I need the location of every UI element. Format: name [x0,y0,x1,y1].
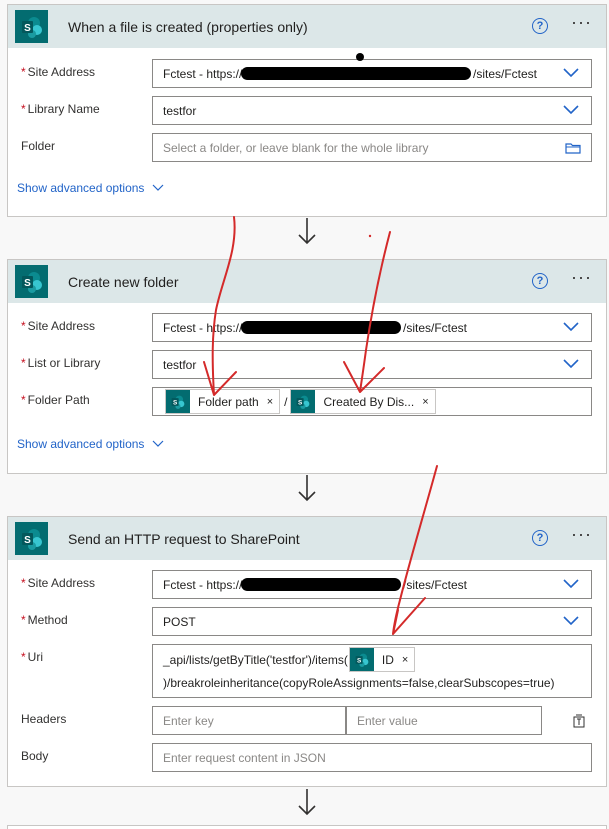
redaction-mark [241,578,401,591]
site-address-dropdown[interactable]: Fctest - https:// /sites/Fctest [152,570,592,599]
more-options-icon[interactable]: ··· [571,268,592,286]
close-icon[interactable]: × [267,396,273,408]
site-address-label: * Site Address [21,65,96,79]
card-title: When a file is created (properties only) [68,18,308,35]
more-options-icon[interactable]: ··· [571,525,592,543]
library-name-label: * Library Name [21,102,100,116]
uri-label: * Uri [21,650,43,664]
chevron-down-icon[interactable] [563,616,579,626]
trigger-card: When a file is created (properties only)… [7,4,607,217]
create-folder-card: Create new folder ? ··· * Site Address Fc… [7,259,607,474]
chevron-down-icon [152,184,164,192]
header-value-input[interactable]: Enter value [346,706,542,735]
chevron-down-icon[interactable] [563,579,579,589]
chevron-down-icon[interactable] [563,105,579,115]
chevron-down-icon[interactable] [563,322,579,332]
uri-text-line2: )/breakroleinheritance(copyRoleAssignmen… [163,676,555,690]
method-dropdown[interactable]: POST [152,607,592,636]
sharepoint-icon [349,648,374,671]
site-address-label: * Site Address [21,576,96,590]
sharepoint-icon [166,390,190,413]
sharepoint-icon [15,265,48,298]
headers-label: Headers [21,712,67,726]
folder-picker[interactable]: Select a folder, or leave blank for the … [152,133,592,162]
folder-icon[interactable] [565,142,581,154]
close-icon[interactable]: × [422,396,428,408]
card-header[interactable]: When a file is created (properties only)… [8,5,606,48]
list-or-library-label: * List or Library [21,356,101,370]
uri-input[interactable]: _api/lists/getByTitle('testfor')/items( … [152,644,592,698]
arrow-down-icon [296,474,318,502]
sharepoint-icon [15,522,48,555]
redaction-mark [241,67,471,80]
library-name-dropdown[interactable]: testfor [152,96,592,125]
show-advanced-options[interactable]: Show advanced options [17,181,164,195]
arrow-down-icon [296,217,318,245]
annotation-dot [368,234,372,238]
folder-path-label: * Folder Path [21,393,90,407]
chevron-down-icon [152,440,164,448]
list-or-library-dropdown[interactable]: testfor [152,350,592,379]
help-icon[interactable]: ? [532,530,548,546]
dynamic-token-id[interactable]: ID × [348,647,416,672]
uri-text-line1: _api/lists/getByTitle('testfor')/items( [163,652,348,667]
card-header[interactable]: Send an HTTP request to SharePoint ? ··· [8,517,606,560]
chevron-down-icon[interactable] [563,359,579,369]
help-icon[interactable]: ? [532,273,548,289]
folder-path-input[interactable]: Folder path × / Created By Dis... × [152,387,592,416]
site-address-dropdown[interactable]: Fctest - https:// /sites/Fctest [152,313,592,342]
sharepoint-icon [15,10,48,43]
more-options-icon[interactable]: ··· [571,13,592,31]
next-card-edge [7,825,607,829]
card-header[interactable]: Create new folder ? ··· [8,260,606,303]
method-label: * Method [21,613,68,627]
folder-label: Folder [21,139,56,153]
sharepoint-icon [291,390,316,413]
body-input[interactable]: Enter request content in JSON [152,743,592,772]
card-title: Create new folder [68,273,179,290]
arrow-down-icon [296,788,318,816]
close-icon[interactable]: × [402,654,408,666]
show-advanced-options[interactable]: Show advanced options [17,437,164,451]
site-address-dropdown[interactable]: Fctest - https:// /sites/Fctest [152,59,592,88]
help-icon[interactable]: ? [532,18,548,34]
dynamic-token-created-by[interactable]: Created By Dis... × [290,389,436,414]
card-title: Send an HTTP request to SharePoint [68,530,300,547]
site-address-label: * Site Address [21,319,96,333]
path-separator: / [284,394,288,409]
body-label: Body [21,749,49,763]
chevron-down-icon[interactable] [563,68,579,78]
dynamic-token-folder-path[interactable]: Folder path × [165,389,281,414]
redaction-mark [241,321,401,334]
http-request-card: Send an HTTP request to SharePoint ? ···… [7,516,607,787]
switch-to-text-icon[interactable] [572,714,586,728]
header-key-input[interactable]: Enter key [152,706,346,735]
